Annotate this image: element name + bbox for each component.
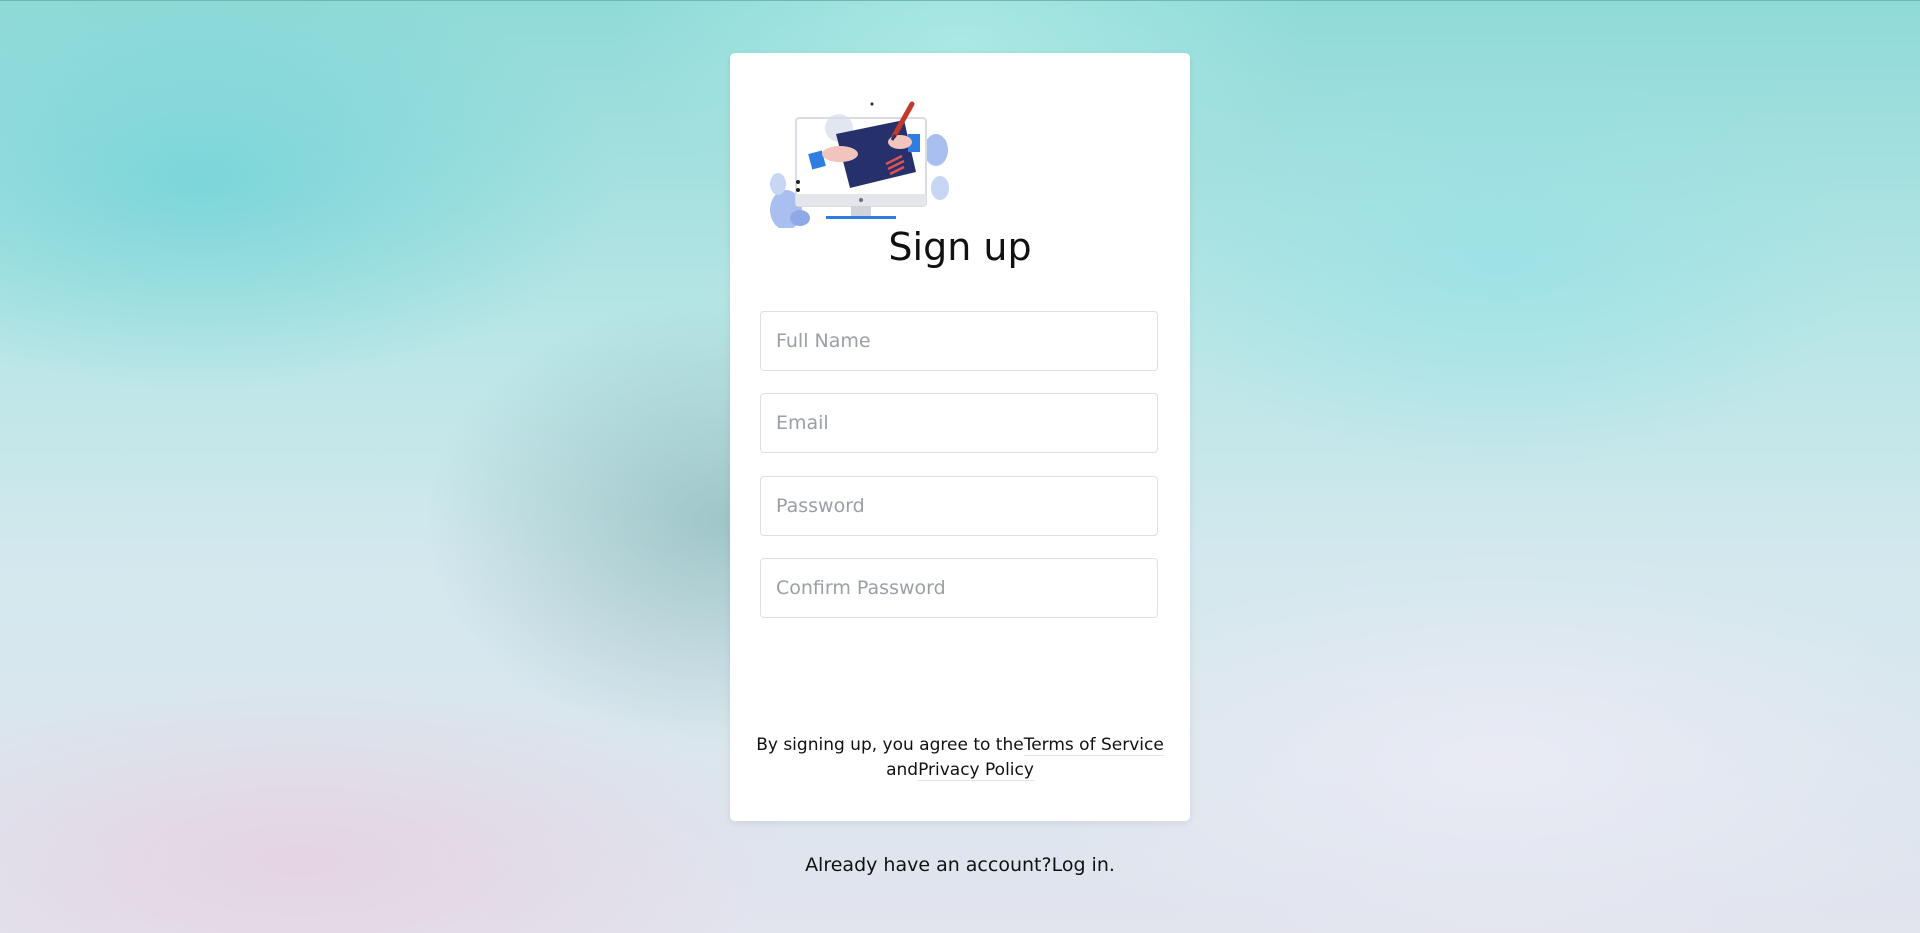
login-prompt: Already have an account?Log in.: [0, 854, 1920, 876]
password-input[interactable]: [760, 476, 1158, 536]
signup-card: Sign up By signing up, you agree to theT…: [730, 53, 1190, 821]
login-prompt-text: Already have an account?: [805, 854, 1052, 876]
privacy-policy-link[interactable]: Privacy Policy: [918, 760, 1034, 781]
legal-notice: By signing up, you agree to theTerms of …: [730, 733, 1190, 783]
confirm-password-input[interactable]: [760, 558, 1158, 618]
terms-of-service-link[interactable]: Terms of Service: [1023, 735, 1164, 756]
email-input[interactable]: [760, 393, 1158, 453]
legal-prefix: By signing up, you agree to the: [756, 735, 1024, 755]
login-link[interactable]: Log in.: [1052, 854, 1115, 876]
full-name-input[interactable]: [760, 311, 1158, 371]
legal-and: and: [886, 760, 919, 780]
page-title: Sign up: [888, 225, 1032, 269]
signup-illustration: [770, 101, 949, 228]
